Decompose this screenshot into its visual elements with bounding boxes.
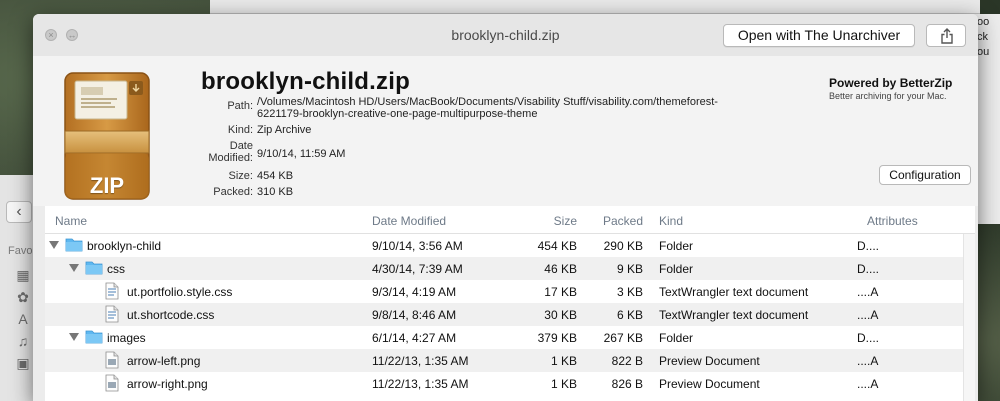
disclosure-triangle-icon[interactable] [49,241,59,249]
image-file-icon [105,351,119,369]
packed-cell: 290 KB [603,239,643,253]
date-label: Date [229,140,253,152]
scrollbar[interactable] [963,234,975,401]
disclosure-triangle-icon[interactable] [69,333,79,341]
size-cell: 46 KB [544,262,577,276]
kind-value: Zip Archive [257,124,312,136]
music-icon[interactable]: ♫ [14,333,32,349]
attributes-cell: ....A [857,308,879,322]
attributes-cell: D.... [857,239,880,253]
kind-cell: Folder [659,239,694,253]
kind-cell: Preview Document [659,354,760,368]
file-name-cell: brooklyn-child [87,239,162,253]
attributes-cell: D.... [857,331,880,345]
packed-value: 310 KB [257,186,294,198]
size-value: 454 KB [257,170,294,182]
back-button[interactable]: ‹ [6,201,32,223]
folder-icon [65,238,83,252]
file-name-cell: images [107,331,146,345]
disclosure-triangle-icon[interactable] [69,264,79,272]
powered-by-title: Powered by BetterZip [829,76,953,90]
column-header-size[interactable]: Size [542,214,577,228]
packed-label: Packed: [213,186,253,198]
attributes-cell: ....A [857,377,879,391]
text-document-icon [105,282,119,300]
attributes-cell: D.... [857,262,880,276]
folder-icon [85,261,103,275]
packed-cell: 9 KB [616,262,643,276]
kind-cell: Preview Document [659,377,760,391]
size-cell: 379 KB [537,331,577,345]
packed-cell: 822 B [611,354,643,368]
date-modified-cell: 11/22/13, 1:35 AM [372,354,469,368]
modified-label: Modified: [208,152,253,164]
size-cell: 454 KB [537,239,577,253]
favorites-label: Favo [8,245,33,257]
powered-by-subtitle: Better archiving for your Mac. [829,91,947,101]
kind-cell: Folder [659,262,694,276]
date-modified-cell: 11/22/13, 1:35 AM [372,377,469,391]
date-modified-cell: 9/10/14, 3:56 AM [372,239,463,253]
size-cell: 17 KB [544,285,577,299]
column-header-kind[interactable]: Kind [659,214,683,228]
zip-icon-label: ZIP [89,173,125,198]
open-with-button[interactable]: Open with The Unarchiver [723,24,915,47]
pictures-icon[interactable]: ▣ [14,355,32,371]
size-cell: 1 KB [550,354,577,368]
size-cell: 30 KB [544,308,577,322]
file-name-cell: arrow-right.png [127,377,208,391]
file-row[interactable]: ut.shortcode.css 9/8/14, 8:46 AM 30 KB 6 KB… [45,303,963,326]
path-value-line2: 6221179-brooklyn-creative-one-page-multi… [257,108,538,120]
share-icon [941,28,953,44]
folder-icon [85,330,103,344]
attributes-cell: ....A [857,285,879,299]
title-bar: × ↔ brooklyn-child.zip Open with The Una… [33,14,978,56]
date-modified-cell: 4/30/14, 7:39 AM [372,262,463,276]
column-header-packed[interactable]: Packed [595,214,643,228]
file-row[interactable]: ut.portfolio.style.css 9/3/14, 4:19 AM 17 … [45,280,963,303]
info-header: ZIP brooklyn-child.zip Path: /Volumes/Ma… [33,56,978,206]
list-header: Name Date Modified Size Packed Kind Attr… [45,206,975,234]
quicklook-window: × ↔ brooklyn-child.zip Open with The Una… [33,14,978,401]
size-cell: 1 KB [550,377,577,391]
file-row[interactable]: arrow-left.png 11/22/13, 1:35 AM 1 KB 822 B… [45,349,963,372]
path-label: Path: [227,100,253,112]
kind-label: Kind: [227,124,253,136]
date-modified-value: 9/10/14, 11:59 AM [257,148,346,160]
date-modified-cell: 9/3/14, 4:19 AM [372,285,457,299]
apps-icon[interactable]: ✿ [14,289,32,305]
background-window-top [210,0,980,14]
finder-sidebar-icon[interactable]: ▦ [14,267,32,283]
kind-cell: TextWrangler text document [659,308,809,322]
image-file-icon [105,374,119,392]
kind-cell: Folder [659,331,694,345]
column-header-attributes[interactable]: Attributes [867,214,918,228]
column-header-name[interactable]: Name [55,214,87,228]
packed-cell: 3 KB [616,285,643,299]
file-name-cell: ut.portfolio.style.css [127,285,233,299]
path-value-line1: /Volumes/Macintosh HD/Users/MacBook/Docu… [257,96,718,108]
folder-row[interactable]: css 4/30/14, 7:39 AM 46 KB 9 KB Folder D.... [45,257,963,280]
date-modified-cell: 9/8/14, 8:46 AM [372,308,457,322]
file-name-cell: css [107,262,125,276]
archive-name: brooklyn-child.zip [201,68,410,95]
packed-cell: 267 KB [603,331,643,345]
archive-file-list: Name Date Modified Size Packed Kind Attr… [45,206,975,401]
date-modified-cell: 6/1/14, 4:27 AM [372,331,457,345]
text-document-icon [105,305,119,323]
file-name-cell: arrow-left.png [127,354,201,368]
kind-cell: TextWrangler text document [659,285,809,299]
folder-row[interactable]: brooklyn-child 9/10/14, 3:56 AM 454 KB 290 … [45,234,963,257]
share-button[interactable] [926,24,966,47]
packed-cell: 826 B [611,377,643,391]
configuration-button[interactable]: Configuration [879,165,971,185]
file-row[interactable]: arrow-right.png 11/22/13, 1:35 AM 1 KB 826 … [45,372,963,395]
file-name-cell: ut.shortcode.css [127,308,215,322]
packed-cell: 6 KB [616,308,643,322]
applications-icon[interactable]: A [14,311,32,327]
column-header-date[interactable]: Date Modified [372,214,446,228]
folder-row[interactable]: images 6/1/14, 4:27 AM 379 KB 267 KB Folder D… [45,326,963,349]
attributes-cell: ....A [857,354,879,368]
size-label: Size: [228,170,253,182]
